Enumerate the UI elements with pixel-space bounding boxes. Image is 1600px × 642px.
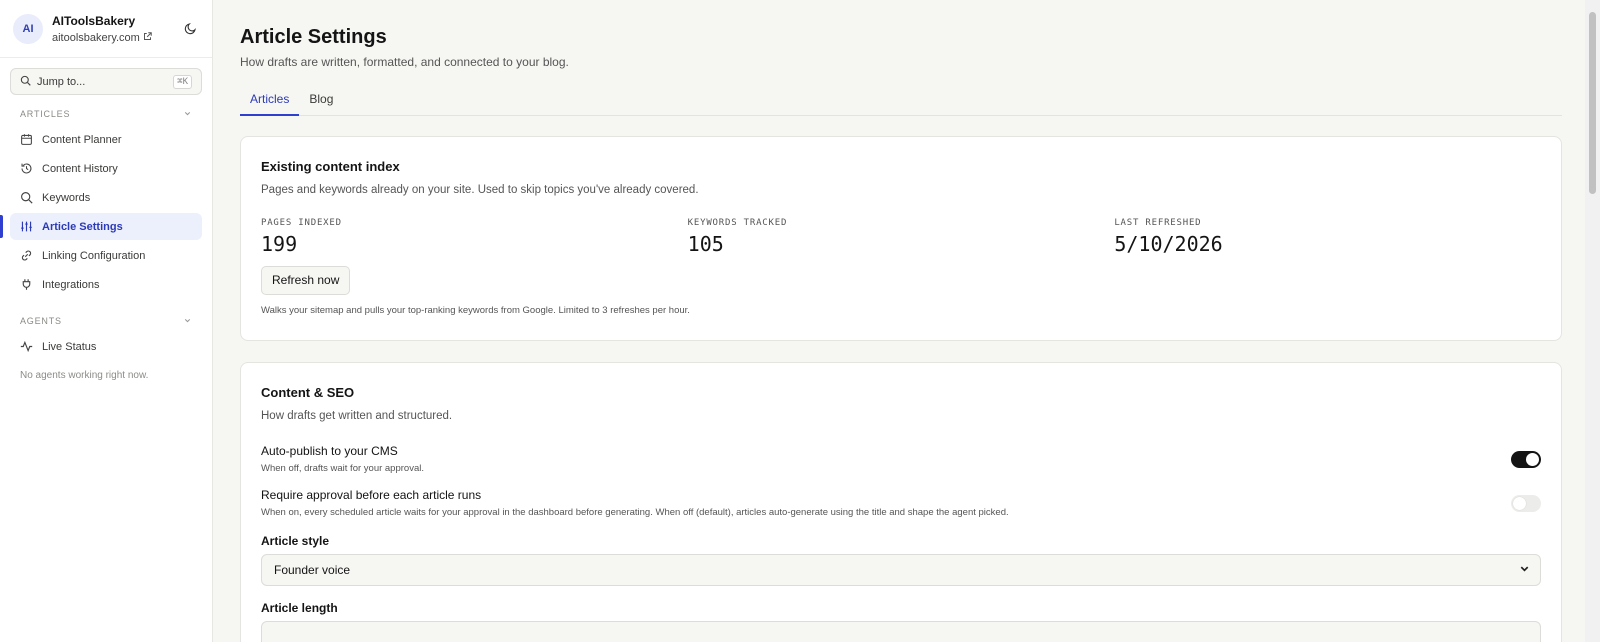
- sidebar-item-content-planner[interactable]: Content Planner: [10, 126, 202, 153]
- setting-auto-publish: Auto-publish to your CMS When off, draft…: [261, 444, 1541, 474]
- agents-section-label: AGENTS: [20, 316, 62, 326]
- article-style-field: Article style Founder voice: [261, 534, 1541, 586]
- jump-to-search[interactable]: Jump to... ⌘K: [10, 68, 202, 95]
- stat-pages-indexed: PAGES INDEXED 199: [261, 218, 688, 256]
- stat-last-refreshed: LAST REFRESHED 5/10/2026: [1114, 218, 1541, 256]
- sidebar-item-keywords[interactable]: Keywords: [10, 184, 202, 211]
- avatar: AI: [13, 13, 43, 44]
- sidebar-item-content-history[interactable]: Content History: [10, 155, 202, 182]
- agents-empty-text: No agents working right now.: [20, 370, 149, 381]
- workspace-domain-link[interactable]: aitoolsbakery.com: [52, 32, 181, 44]
- chevron-down-icon: [1519, 563, 1530, 577]
- sidebar-item-linking-configuration[interactable]: Linking Configuration: [10, 242, 202, 269]
- stat-value: 199: [261, 232, 298, 256]
- setting-title: Auto-publish to your CMS: [261, 444, 398, 458]
- sidebar-item-label: Article Settings: [42, 220, 123, 233]
- index-stats: PAGES INDEXED 199 KEYWORDS TRACKED 105 L…: [261, 218, 1541, 256]
- workspace-domain[interactable]: aitoolsbakery.com: [52, 32, 140, 44]
- sidebar-item-label: Keywords: [42, 191, 91, 204]
- sidebar-item-label: Content History: [42, 162, 118, 175]
- stat-label: KEYWORDS TRACKED: [687, 218, 788, 228]
- external-link-icon: [143, 31, 152, 44]
- calendar-icon: [20, 133, 33, 146]
- search-placeholder[interactable]: Jump to...: [37, 76, 173, 88]
- article-style-select[interactable]: Founder voice: [261, 554, 1541, 586]
- page-title: Article Settings: [240, 26, 387, 48]
- article-length-select[interactable]: [261, 621, 1541, 642]
- sliders-icon: [20, 220, 33, 233]
- workspace-header: AI AIToolsBakery aitoolsbakery.com: [0, 0, 212, 58]
- card-description: How drafts get written and structured.: [261, 410, 453, 422]
- scrollbar-thumb[interactable]: [1589, 12, 1596, 194]
- settings-tabs: Articles Blog: [240, 90, 1562, 116]
- article-length-field: Article length: [261, 601, 1541, 642]
- history-icon: [20, 162, 33, 175]
- search-icon: [20, 73, 31, 91]
- card-title: Content & SEO: [261, 385, 355, 400]
- articles-section-label: ARTICLES: [20, 109, 71, 119]
- sidebar-item-label: Integrations: [42, 278, 100, 291]
- content-index-card: Existing content index Pages and keyword…: [240, 136, 1562, 341]
- page-subtitle: How drafts are written, formatted, and c…: [240, 55, 569, 69]
- refresh-hint: Walks your sitemap and pulls your top-ra…: [261, 305, 690, 316]
- link-icon: [20, 249, 33, 262]
- stat-keywords-tracked: KEYWORDS TRACKED 105: [688, 218, 1115, 256]
- sidebar-item-article-settings[interactable]: Article Settings: [0, 213, 202, 240]
- main-content: Article Settings How drafts are written,…: [213, 0, 1585, 642]
- setting-description: When on, every scheduled article waits f…: [261, 507, 1009, 518]
- agents-section-header[interactable]: AGENTS: [0, 315, 212, 327]
- card-title: Existing content index: [261, 159, 400, 174]
- card-description: Pages and keywords already on your site.…: [261, 184, 699, 196]
- field-label: Article length: [261, 601, 338, 615]
- field-label: Article style: [261, 534, 330, 548]
- plug-icon: [20, 278, 33, 291]
- tab-blog[interactable]: Blog: [299, 90, 343, 116]
- theme-toggle-moon-icon[interactable]: [181, 20, 199, 38]
- search-icon: [20, 191, 33, 204]
- sidebar-item-integrations[interactable]: Integrations: [10, 271, 202, 298]
- search-shortcut: ⌘K: [173, 74, 192, 89]
- require-approval-toggle[interactable]: [1511, 494, 1541, 512]
- workspace-name: AIToolsBakery: [52, 13, 136, 28]
- content-seo-card: Content & SEO How drafts get written and…: [240, 362, 1562, 642]
- chevron-down-icon[interactable]: [183, 312, 192, 330]
- auto-publish-toggle[interactable]: [1511, 450, 1541, 468]
- refresh-now-button[interactable]: Refresh now: [261, 266, 351, 295]
- sidebar-item-label: Live Status: [42, 340, 97, 353]
- setting-title: Require approval before each article run…: [261, 488, 482, 502]
- setting-description: When off, drafts wait for your approval.: [261, 463, 424, 474]
- stat-label: LAST REFRESHED: [1114, 218, 1202, 228]
- activity-icon: [20, 340, 33, 353]
- sidebar-item-label: Linking Configuration: [42, 249, 146, 262]
- setting-require-approval: Require approval before each article run…: [261, 488, 1541, 518]
- stat-value: 5/10/2026: [1114, 232, 1223, 256]
- page-scrollbar[interactable]: [1585, 0, 1600, 642]
- articles-section-header[interactable]: ARTICLES: [0, 108, 212, 120]
- stat-label: PAGES INDEXED: [261, 218, 342, 228]
- select-value[interactable]: Founder voice: [274, 563, 350, 577]
- sidebar: AI AIToolsBakery aitoolsbakery.com Jump …: [0, 0, 213, 642]
- sidebar-item-label: Content Planner: [42, 133, 122, 146]
- chevron-down-icon[interactable]: [183, 105, 192, 123]
- sidebar-item-live-status[interactable]: Live Status: [10, 333, 202, 360]
- tab-articles[interactable]: Articles: [240, 90, 300, 116]
- stat-value: 105: [687, 232, 724, 256]
